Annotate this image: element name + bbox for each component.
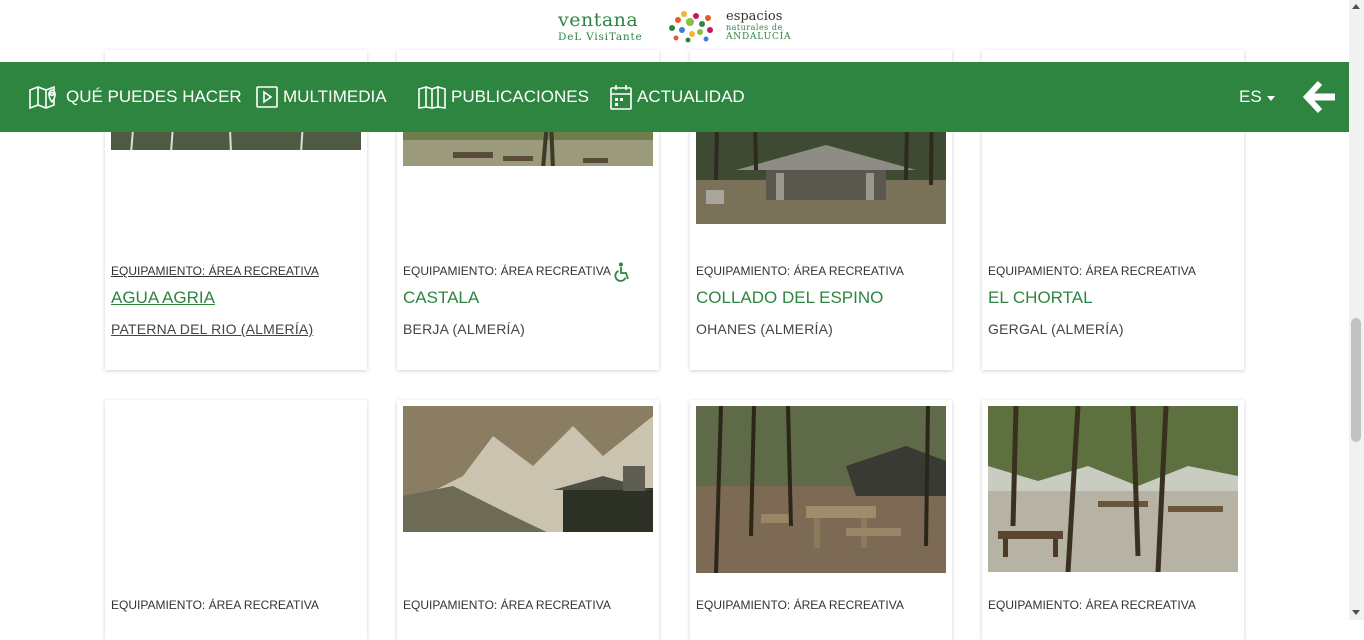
back-arrow-icon[interactable] [1303,79,1337,115]
wheelchair-icon [614,262,629,282]
logo-flower-icon [669,11,713,43]
card-title[interactable]: CASTALA [403,288,479,308]
card-type[interactable]: EQUIPAMIENTO: ÁREA RECREATIVA [403,264,611,278]
card-location[interactable]: BERJA (ALMERÍA) [403,321,525,337]
site-logo[interactable]: ventana DeL VisiTante espacios naturales… [558,8,792,44]
card-type[interactable]: EQUIPAMIENTO: ÁREA RECREATIVA [403,598,611,612]
card-location[interactable]: GERGAL (ALMERÍA) [988,321,1124,337]
result-card[interactable]: EQUIPAMIENTO: ÁREA RECREATIVA [690,400,952,640]
card-type[interactable]: EQUIPAMIENTO: ÁREA RECREATIVA [696,598,904,612]
logo-text-espacios: espacios [726,9,783,24]
calendar-icon [610,85,632,110]
caret-down-icon [1266,95,1275,101]
scroll-up-arrow-icon[interactable] [1352,4,1360,9]
nav-label-multimedia: MULTIMEDIA [283,87,387,106]
card-location[interactable]: OHANES (ALMERÍA) [696,321,833,337]
logo-text-andalucia: ANDALUCÍA [726,32,792,42]
scroll-down-arrow-icon[interactable] [1352,610,1360,615]
nav-label-que-puedes-hacer: QUÉ PUEDES HACER [66,87,242,106]
card-title[interactable]: AGUA AGRIA [111,288,215,308]
result-card[interactable]: EQUIPAMIENTO: ÁREA RECREATIVA [105,400,367,640]
card-title[interactable]: EL CHORTAL [988,288,1093,308]
nav-item-publicaciones[interactable]: PUBLICACIONES [418,62,589,132]
card-image [403,406,653,535]
card-type[interactable]: EQUIPAMIENTO: ÁREA RECREATIVA [988,598,1196,612]
scrollbar-thumb[interactable] [1351,318,1361,442]
nav-item-que-puedes-hacer[interactable]: QUÉ PUEDES HACER [29,62,242,132]
map-pin-icon [29,85,56,109]
language-label: ES [1239,87,1262,106]
logo-text-visitante: DeL VisiTante [558,31,643,43]
card-type[interactable]: EQUIPAMIENTO: ÁREA RECREATIVA [696,264,904,278]
page-scrollbar[interactable] [1349,0,1364,620]
language-selector[interactable]: ES [1239,62,1275,132]
nav-item-actualidad[interactable]: ACTUALIDAD [610,62,745,132]
card-type[interactable]: EQUIPAMIENTO: ÁREA RECREATIVA [111,264,319,278]
card-image [696,406,946,573]
nav-item-multimedia[interactable]: MULTIMEDIA [256,62,387,132]
result-card[interactable]: EQUIPAMIENTO: ÁREA RECREATIVA [397,400,659,640]
card-image [988,406,1238,572]
nav-label-actualidad: ACTUALIDAD [637,87,745,106]
nav-label-publicaciones: PUBLICACIONES [451,87,589,106]
play-icon [256,86,278,108]
logo-text-ventana: ventana [558,9,639,31]
card-type[interactable]: EQUIPAMIENTO: ÁREA RECREATIVA [111,598,319,612]
result-card[interactable]: EQUIPAMIENTO: ÁREA RECREATIVA [982,400,1244,640]
book-icon [418,85,446,109]
card-location[interactable]: PATERNA DEL RIO (ALMERÍA) [111,321,313,337]
card-type[interactable]: EQUIPAMIENTO: ÁREA RECREATIVA [988,264,1196,278]
logo-text-naturales: naturales de [726,23,783,32]
main-nav: QUÉ PUEDES HACER MULTIMEDIA PUBLICACIONE… [0,62,1349,132]
card-title[interactable]: COLLADO DEL ESPINO [696,288,883,308]
